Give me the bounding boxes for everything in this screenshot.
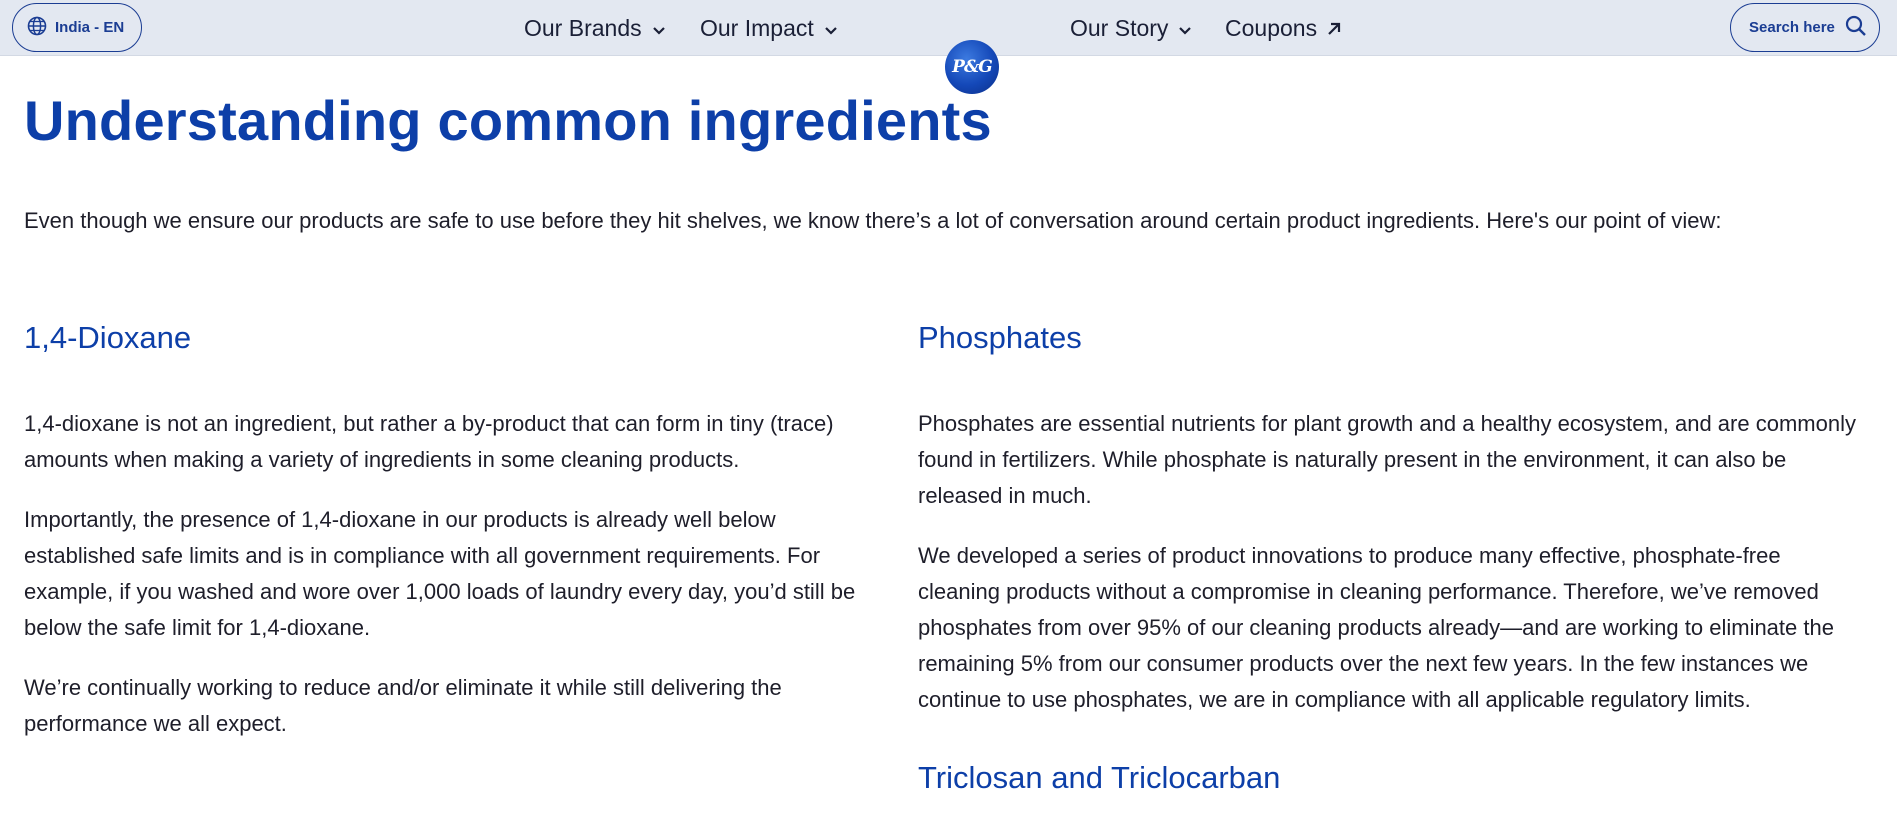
section-paragraph: We developed a series of product innovat… xyxy=(918,543,1834,712)
dioxane-section: 1,4-Dioxane 1,4-dioxane is not an ingred… xyxy=(24,320,874,742)
nav-our-story[interactable]: Our Story xyxy=(1070,12,1192,44)
nav-label: Coupons xyxy=(1225,14,1318,41)
external-arrow-icon xyxy=(1327,15,1341,42)
section-heading: 1,4-Dioxane xyxy=(24,320,192,355)
logo-text: P&G xyxy=(952,57,993,77)
pg-logo[interactable]: P&G xyxy=(945,40,999,94)
search-icon xyxy=(1845,15,1867,41)
nav-label: Our Brands xyxy=(524,14,642,41)
section-paragraph: We’re continually working to reduce and/… xyxy=(24,675,782,736)
chevron-down-icon xyxy=(652,15,666,42)
chevron-down-icon xyxy=(824,15,838,42)
intro-paragraph: Even though we ensure our products are s… xyxy=(24,208,1722,233)
nav-label: Our Story xyxy=(1070,14,1169,41)
section-paragraph: Phosphates are essential nutrients for p… xyxy=(918,411,1856,508)
locale-selector-button[interactable]: India - EN xyxy=(12,3,142,52)
chevron-down-icon xyxy=(1178,15,1192,42)
page-title: Understanding common ingredients xyxy=(24,89,992,152)
nav-our-brands[interactable]: Our Brands xyxy=(524,12,666,44)
search-label: Search here xyxy=(1749,19,1835,36)
top-navigation-bar: India - EN Our Brands Our Impact Our Sto… xyxy=(0,0,1897,56)
locale-label: India - EN xyxy=(55,19,125,36)
globe-icon xyxy=(27,16,47,40)
nav-coupons[interactable]: Coupons xyxy=(1225,12,1341,44)
phosphates-section: Phosphates Phosphates are essential nutr… xyxy=(918,320,1868,822)
section-paragraph: 1,4-dioxane is not an ingredient, but ra… xyxy=(24,411,834,472)
section-paragraph: Importantly, the presence of 1,4-dioxane… xyxy=(24,507,856,640)
next-section-heading: Triclosan and Triclocarban xyxy=(918,760,1281,795)
nav-our-impact[interactable]: Our Impact xyxy=(700,12,838,44)
search-button[interactable]: Search here xyxy=(1730,3,1880,52)
nav-label: Our Impact xyxy=(700,14,814,41)
section-heading: Phosphates xyxy=(918,320,1082,355)
